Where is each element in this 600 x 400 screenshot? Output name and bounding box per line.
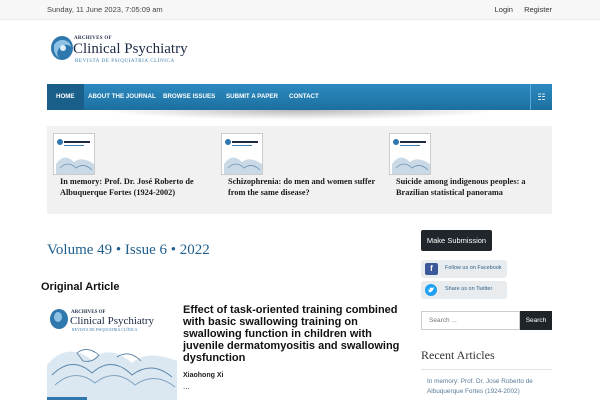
twitter-icon	[425, 284, 437, 296]
slide-thumbnail	[53, 133, 95, 175]
divider	[421, 369, 552, 370]
top-bar: Sunday, 11 June 2023, 7:05:09 am Login R…	[0, 0, 600, 20]
svg-text:Clinical Psychiatry: Clinical Psychiatry	[70, 315, 155, 327]
facebook-icon: f	[425, 263, 438, 275]
search-button[interactable]: Search	[520, 311, 552, 330]
login-link[interactable]: Login	[495, 5, 513, 14]
main-nav: HOME ABOUT THE JOURNAL BROWSE ISSUES SUB…	[47, 84, 552, 110]
nav-item-submit-paper[interactable]: SUBMIT A PAPER	[217, 84, 287, 110]
facebook-label: Follow us on Facebook	[445, 265, 502, 271]
slider-item[interactable]: Suicide among indigenous peoples: a Braz…	[383, 126, 543, 214]
slide-title[interactable]: In memory: Prof. Dr. José Roberto de Alb…	[60, 176, 210, 198]
slide-thumbnail	[389, 133, 431, 175]
article-cover-image[interactable]: ARCHIVES OF Clinical Psychiatry REVISTA …	[47, 305, 177, 400]
nav-item-about[interactable]: ABOUT THE JOURNAL	[79, 84, 165, 110]
slider-item[interactable]: In memory: Prof. Dr. José Roberto de Alb…	[47, 126, 207, 214]
twitter-share-button[interactable]: Share us on Twitter	[421, 281, 507, 299]
article-author: Xiaohong Xi	[183, 372, 224, 379]
section-heading: Original Article	[41, 281, 120, 293]
twitter-label: Share us on Twitter	[445, 286, 493, 292]
issue-heading: Volume 49 • Issue 6 • 2022	[47, 242, 210, 258]
make-submission-button[interactable]: Make Submission	[421, 230, 492, 251]
search-input[interactable]	[421, 311, 520, 330]
site-logo[interactable]: ARCHIVES OF Clinical Psychiatry REVISTA …	[50, 35, 200, 67]
current-date: Sunday, 11 June 2023, 7:05:09 am	[47, 5, 163, 14]
nav-item-browse-issues[interactable]: BROWSE ISSUES	[154, 84, 224, 110]
logo-line-title: Clinical Psychiatry	[73, 41, 188, 57]
menu-toggle-icon[interactable]: ☷	[530, 84, 552, 110]
register-link[interactable]: Register	[524, 5, 552, 14]
featured-slider: In memory: Prof. Dr. José Roberto de Alb…	[47, 126, 552, 214]
recent-article-link[interactable]: In memory: Prof. Dr. José Roberto de Alb…	[427, 377, 552, 397]
nav-item-contact[interactable]: CONTACT	[280, 84, 328, 110]
slider-item[interactable]: Schizophrenia: do men and women suffer f…	[215, 126, 375, 214]
logo-line-subtitle: REVISTA DE PSIQUIATRIA CLÍNICA	[75, 59, 175, 64]
svg-text:REVISTA DE PSIQUIATRIA CLÍNICA: REVISTA DE PSIQUIATRIA CLÍNICA	[72, 327, 137, 332]
article-ellipsis: ...	[183, 382, 190, 391]
article-title[interactable]: Effect of task-oriented training combine…	[183, 304, 413, 364]
recent-articles-heading: Recent Articles	[421, 348, 495, 362]
auth-links: Login Register	[486, 5, 552, 14]
slide-thumbnail	[221, 133, 263, 175]
slide-title[interactable]: Schizophrenia: do men and women suffer f…	[228, 176, 378, 198]
nav-shadow	[100, 110, 500, 120]
slide-title[interactable]: Suicide among indigenous peoples: a Braz…	[396, 176, 546, 198]
facebook-follow-button[interactable]: f Follow us on Facebook	[421, 260, 507, 278]
